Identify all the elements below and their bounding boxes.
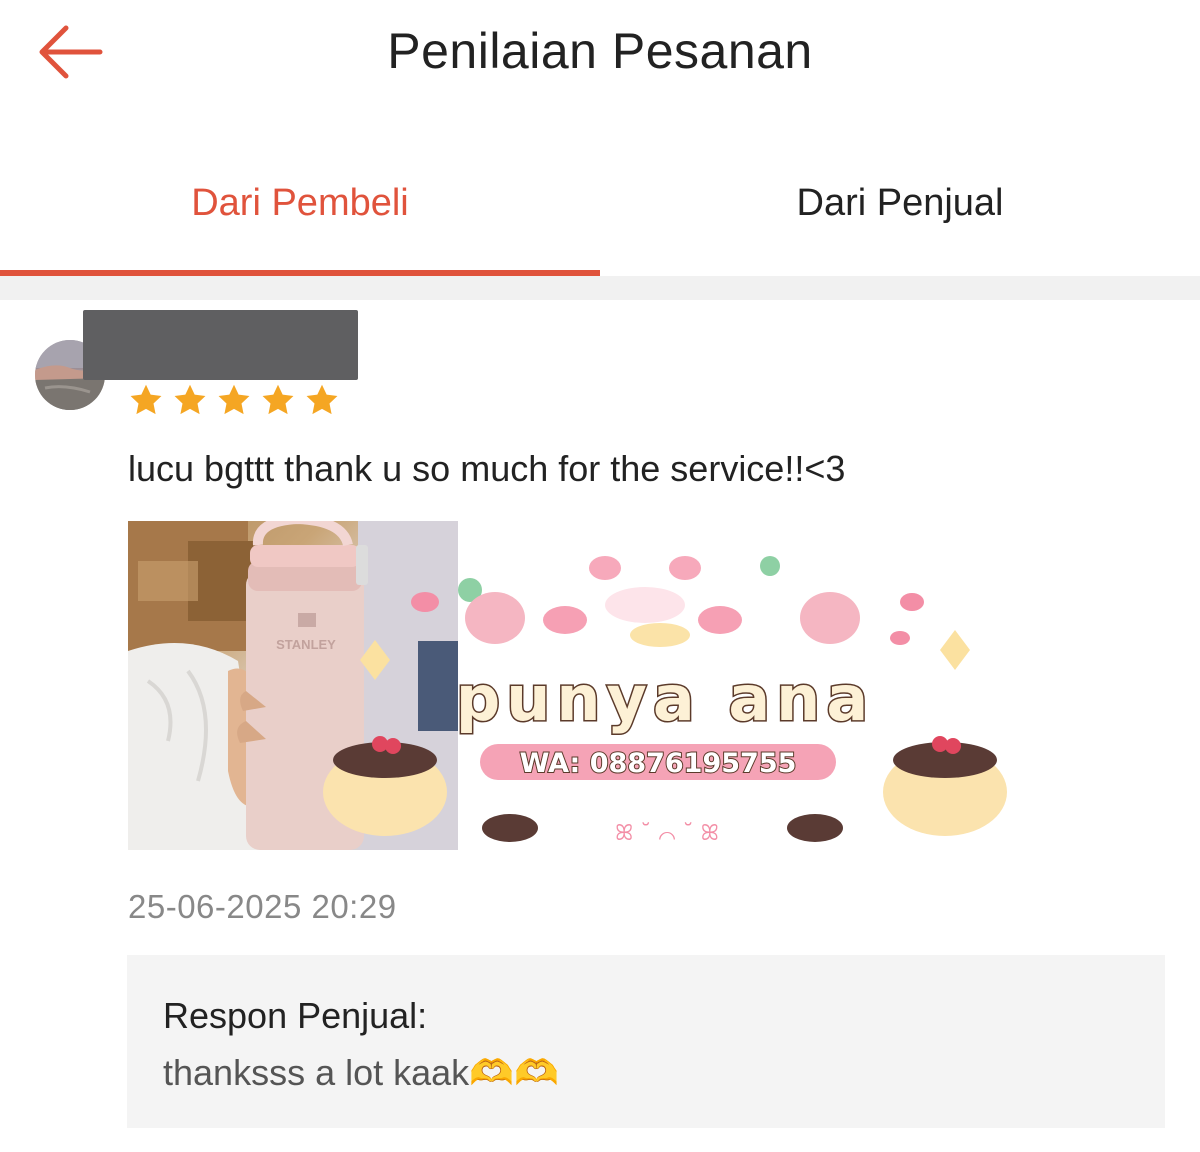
- tab-from-seller[interactable]: Dari Penjual: [600, 150, 1200, 276]
- star-icon: [306, 384, 338, 415]
- svg-text:ꕤ ˘ ⌒ ˘ ꕤ: ꕤ ˘ ⌒ ˘ ꕤ: [615, 821, 719, 846]
- tab-from-seller-label: Dari Penjual: [796, 182, 1004, 224]
- review-text: lucu bgttt thank u so much for the servi…: [128, 448, 846, 489]
- shop-watermark: punya ana WA: 08876195755 ꕤ ˘ ⌒ ˘ ꕤ: [300, 530, 1060, 860]
- reviewer-name-redacted: [83, 310, 358, 380]
- star-icon: [174, 384, 206, 415]
- seller-response-box: Respon Penjual: thanksss a lot kaak🫶🫶: [127, 955, 1165, 1128]
- app-header: Penilaian Pesanan: [0, 0, 1200, 110]
- star-icon: [130, 384, 162, 415]
- shop-contact: WA: 08876195755: [520, 748, 797, 779]
- star-icon: [262, 384, 294, 415]
- page-title: Penilaian Pesanan: [387, 23, 813, 79]
- shop-name: punya ana: [456, 662, 874, 735]
- section-divider: [0, 276, 1200, 300]
- review-tabs: Dari Pembeli Dari Penjual: [0, 150, 1200, 276]
- star-icon: [218, 384, 250, 415]
- rating-stars: [128, 382, 348, 422]
- seller-response-title: Respon Penjual:: [163, 995, 428, 1036]
- seller-response-text: thanksss a lot kaak🫶🫶: [163, 1052, 559, 1093]
- tab-from-buyer-label: Dari Pembeli: [191, 182, 409, 224]
- review-timestamp: 25-06-2025 20:29: [128, 888, 397, 925]
- tab-from-buyer[interactable]: Dari Pembeli: [0, 150, 600, 276]
